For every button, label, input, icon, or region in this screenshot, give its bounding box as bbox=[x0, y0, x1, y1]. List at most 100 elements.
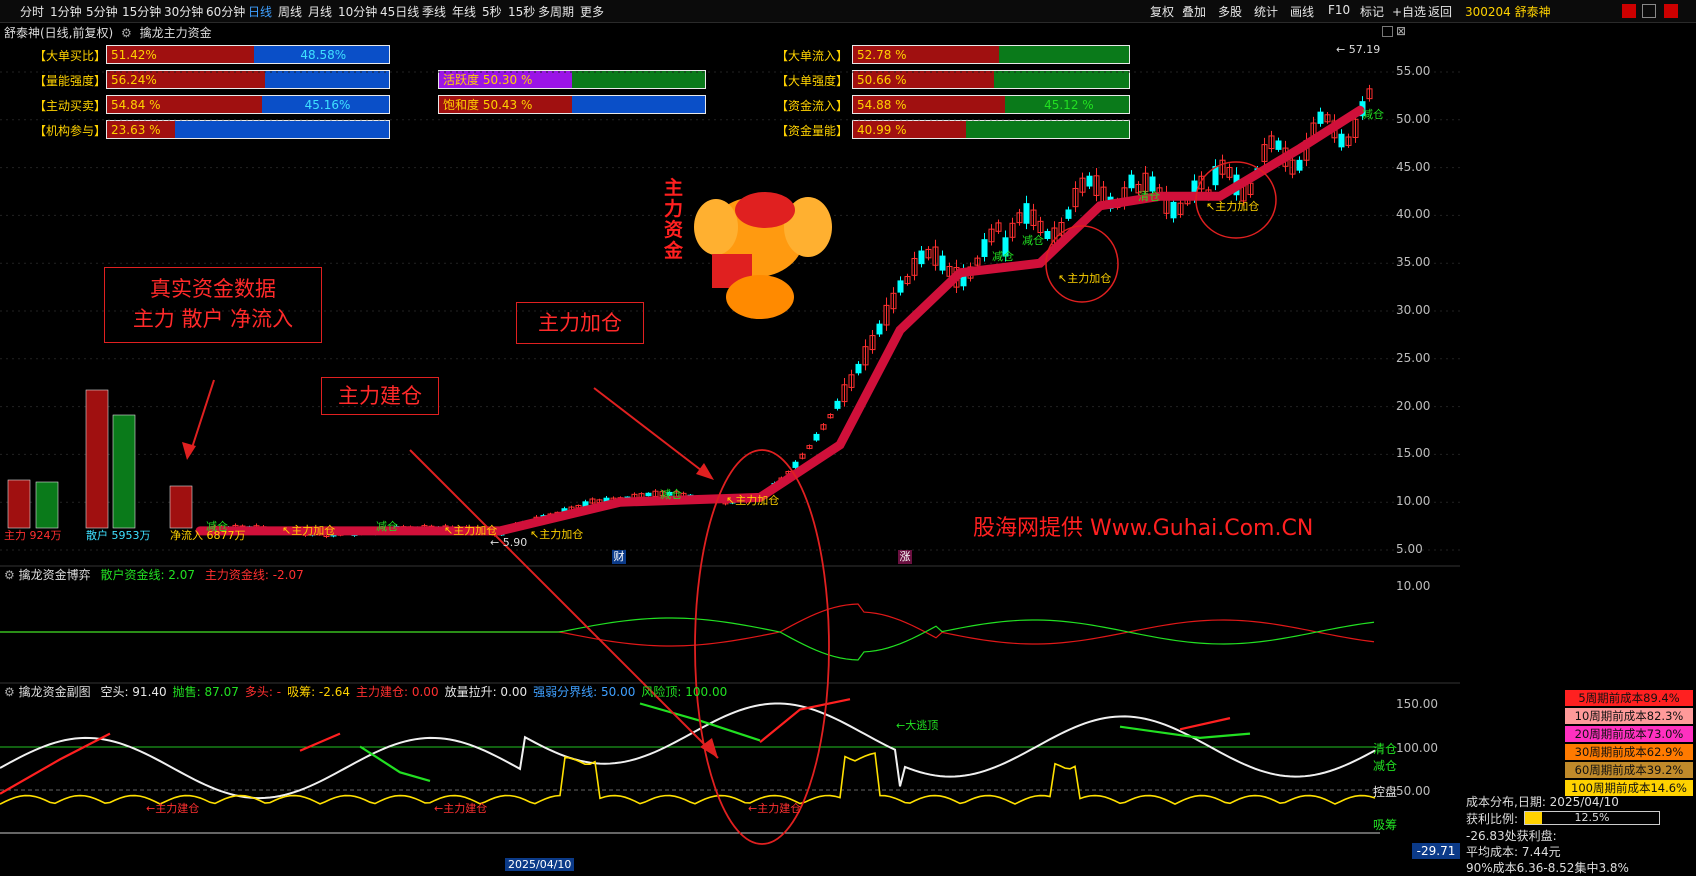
period-tab[interactable]: 45日线 bbox=[380, 3, 419, 20]
main-flow-value: 924万 bbox=[29, 529, 62, 542]
toolbar-button[interactable]: 返回 bbox=[1428, 3, 1452, 20]
period-tab[interactable]: 5分钟 bbox=[86, 3, 118, 20]
arrow-head bbox=[696, 463, 714, 480]
top-toolbar: 分时 1分钟 5分钟 15分钟 30分钟 60分钟 日线 周线 月线 10分钟 45日线 季线 年线 5秒… bbox=[0, 0, 1696, 23]
main-flow-label: 主力 924万 bbox=[4, 527, 62, 543]
cost-dist-title: 成本分布,日期: 2025/04/10 bbox=[1466, 795, 1619, 809]
period-tab[interactable]: 月线 bbox=[308, 3, 332, 20]
price-tick: 15.00 bbox=[1396, 446, 1431, 461]
pane2-title: ⚙ 擒龙资金博弈 散户资金线: 2.07 主力资金线: -2.07 bbox=[4, 566, 304, 583]
pane3-value: 吸筹: -2.64 bbox=[287, 685, 350, 699]
build-label-text: 主力建仓 bbox=[155, 802, 200, 815]
low-price-value: 5.90 bbox=[502, 536, 528, 549]
flag-icon[interactable] bbox=[1622, 4, 1636, 18]
profit-line: -26.83处获利盘: bbox=[1466, 829, 1557, 843]
toolbar-button[interactable]: F10 bbox=[1328, 3, 1350, 17]
low-price-label: ← 5.90 bbox=[490, 536, 528, 549]
build-label: ←主力建仓 bbox=[146, 802, 200, 815]
mascot-elephant-image bbox=[694, 192, 832, 319]
period-tab[interactable]: 更多 bbox=[580, 3, 604, 20]
profit-row: 获利比例: 12.5% bbox=[1466, 810, 1660, 827]
period-tab[interactable]: 15分钟 bbox=[122, 3, 161, 20]
pane3-value: 风险顶: 100.00 bbox=[641, 685, 728, 699]
toolbar-button[interactable]: +自选 bbox=[1392, 3, 1426, 20]
absorb-line bbox=[0, 752, 1376, 805]
profit-value: 12.5% bbox=[1574, 811, 1610, 824]
signal-tag: 减仓 bbox=[1022, 234, 1044, 247]
build-label-text: 主力建仓 bbox=[443, 802, 488, 815]
build-label: ←主力建仓 bbox=[748, 802, 802, 815]
signal-tag: ↖主力加仓 bbox=[1058, 272, 1112, 285]
retail-flow-label: 散户 5953万 bbox=[86, 527, 151, 543]
price-tick: 40.00 bbox=[1396, 207, 1431, 222]
signal-tag: ↖主力加仓 bbox=[726, 494, 780, 507]
period-tab[interactable]: 日线 bbox=[248, 3, 272, 20]
signal-tag: ↖主力加仓 bbox=[282, 524, 336, 537]
concentration: 90%成本6.36-8.52集中3.8% bbox=[1466, 861, 1629, 875]
toolbar-button[interactable]: 统计 bbox=[1254, 3, 1278, 20]
annotation-add: 主力加仓 bbox=[516, 302, 644, 344]
cost-row: 20周期前成本73.0% bbox=[1565, 726, 1693, 742]
pane3-tick: 150.00 bbox=[1396, 697, 1438, 711]
toolbar-button[interactable]: 叠加 bbox=[1182, 3, 1206, 20]
period-tab[interactable]: 季线 bbox=[422, 3, 446, 20]
settings-icon[interactable]: ⚙ bbox=[4, 568, 15, 582]
pane3-value: 主力建仓: 0.00 bbox=[356, 685, 439, 699]
annotation-real-data: 真实资金数据 主力 散户 净流入 bbox=[104, 267, 322, 343]
clear-tag: 清仓 bbox=[1373, 742, 1398, 756]
pane3-value: 多头: - bbox=[244, 685, 282, 699]
period-tab[interactable]: 年线 bbox=[452, 3, 476, 20]
candlestick-series bbox=[204, 84, 1373, 539]
period-tab[interactable]: 多周期 bbox=[538, 3, 574, 20]
signal-tag: 清仓 bbox=[1138, 190, 1160, 203]
high-price-label: ← 57.19 bbox=[1336, 43, 1381, 56]
finance-tag[interactable]: 财 bbox=[612, 550, 626, 564]
flow-bar bbox=[85, 389, 109, 529]
period-tab[interactable]: 30分钟 bbox=[164, 3, 203, 20]
cost-row: 30周期前成本62.9% bbox=[1565, 744, 1693, 760]
net-flow-text: 净流入 bbox=[170, 529, 203, 542]
pane3-value: 强弱分界线: 50.00 bbox=[533, 685, 636, 699]
signal-tag: 减仓 bbox=[376, 520, 398, 533]
main-line-value: 主力资金线: -2.07 bbox=[204, 568, 304, 582]
pane3-name: 擒龙资金副图 bbox=[18, 685, 91, 699]
pane3-tick: 100.00 bbox=[1396, 741, 1438, 755]
profit-bar: 12.5% bbox=[1524, 811, 1660, 825]
build-label: ←主力建仓 bbox=[434, 802, 488, 815]
price-tick: 50.00 bbox=[1396, 111, 1431, 126]
avg-cost: 平均成本: 7.44元 bbox=[1466, 845, 1561, 859]
window-icon[interactable] bbox=[1642, 4, 1656, 18]
limit-up-tag[interactable]: 涨 bbox=[898, 550, 912, 564]
period-tab[interactable]: 15秒 bbox=[508, 3, 535, 20]
settings-icon[interactable]: ⚙ bbox=[4, 685, 15, 699]
expand-icon[interactable] bbox=[1664, 4, 1678, 18]
period-tab[interactable]: 1分钟 bbox=[50, 3, 82, 20]
date-cursor-label: 2025/04/10 bbox=[505, 858, 575, 871]
signal-tag: 减仓 bbox=[206, 520, 228, 533]
retail-flow-text: 散户 bbox=[86, 529, 108, 542]
control-tag: 控盘 bbox=[1373, 785, 1398, 799]
signal-tag: 减仓 bbox=[992, 250, 1014, 263]
period-tab[interactable]: 60分钟 bbox=[206, 3, 245, 20]
period-tab[interactable]: 5秒 bbox=[482, 3, 502, 20]
signal-tag: 减仓 bbox=[660, 488, 682, 501]
toolbar-button[interactable]: 标记 bbox=[1360, 3, 1384, 20]
toolbar-button[interactable]: 画线 bbox=[1290, 3, 1314, 20]
flow-bar bbox=[112, 414, 136, 529]
toolbar-button[interactable]: 多股 bbox=[1218, 3, 1242, 20]
period-tab[interactable]: 周线 bbox=[278, 3, 302, 20]
period-tab[interactable]: 10分钟 bbox=[338, 3, 377, 20]
annotation-line: 主力 散户 净流入 bbox=[132, 307, 294, 331]
period-tab[interactable]: 分时 bbox=[20, 3, 44, 20]
annotation-line: 真实资金数据 bbox=[150, 277, 276, 301]
pane3-values: 空头: 91.40 抛售: 87.07 多头: - 吸筹: -2.64 主力建仓: 0.… bbox=[94, 685, 727, 699]
chart-canvas bbox=[0, 71, 1460, 845]
pointer-arrow bbox=[593, 387, 711, 478]
signal-tag: ↖主力加仓 bbox=[1206, 200, 1260, 213]
watermark-text: 股海网提供 Www.Guhai.Com.CN bbox=[973, 516, 1314, 541]
toolbar-button[interactable]: 复权 bbox=[1150, 3, 1174, 20]
main-flow-text: 主力 bbox=[4, 529, 26, 542]
cost-row: 10周期前成本82.3% bbox=[1565, 708, 1693, 724]
signal-tag: ↖主力加仓 bbox=[530, 528, 584, 541]
highlight-circle bbox=[1045, 225, 1119, 303]
